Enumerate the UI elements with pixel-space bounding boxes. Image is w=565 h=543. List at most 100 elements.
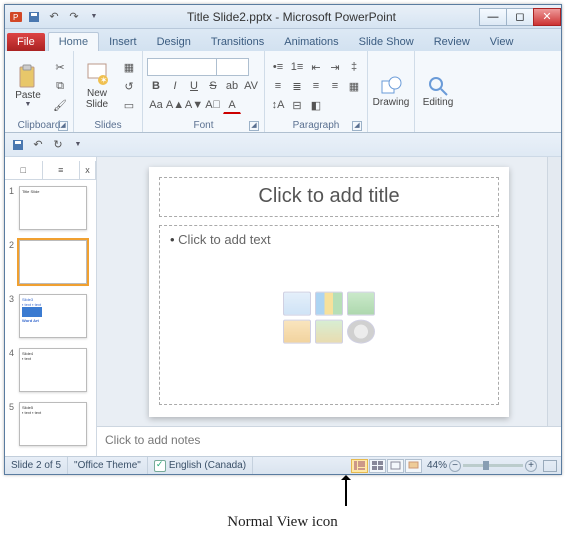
thumb-number: 2 — [9, 240, 17, 250]
drawing-button[interactable]: Drawing — [372, 62, 410, 122]
zoom-in-button[interactable]: + — [525, 460, 537, 472]
slides-tab[interactable]: □ — [5, 161, 43, 179]
callout-label: Normal View icon — [0, 514, 565, 531]
group-slides: ✶ New Slide ▦ ↺ ▭ Slides — [74, 51, 143, 132]
bullets-icon[interactable]: •≡ — [269, 58, 287, 76]
insert-chart-icon[interactable] — [315, 291, 343, 315]
shadow-button[interactable]: ab — [223, 77, 241, 95]
slide-sorter-view-button[interactable] — [369, 459, 386, 473]
decrease-indent-icon[interactable]: ⇤ — [307, 58, 325, 76]
slide-canvas[interactable]: Click to add title • Click to add text — [149, 167, 509, 417]
dialog-launcher-icon[interactable]: ◢ — [352, 121, 362, 131]
strikethrough-button[interactable]: S — [204, 77, 222, 95]
insert-picture-icon[interactable] — [283, 319, 311, 343]
align-text-icon[interactable]: ⊟ — [288, 96, 306, 114]
redo-icon[interactable]: ↻ — [49, 136, 67, 154]
reset-icon[interactable]: ↺ — [120, 77, 138, 95]
tab-insert[interactable]: Insert — [99, 33, 147, 51]
thumbnail-1[interactable]: 1 Title Slide — [5, 184, 96, 232]
zoom-level[interactable]: 44% — [427, 460, 447, 471]
theme-status[interactable]: "Office Theme" — [68, 457, 148, 474]
thumbnail-3[interactable]: 3 Slide3▪ text ▪ textWord Art — [5, 292, 96, 340]
redo-icon[interactable]: ↷ — [65, 8, 83, 26]
justify-icon[interactable]: ≡ — [326, 77, 344, 95]
layout-icon[interactable]: ▦ — [120, 58, 138, 76]
undo-icon[interactable]: ↶ — [45, 8, 63, 26]
undo-icon[interactable]: ↶ — [29, 136, 47, 154]
tab-animations[interactable]: Animations — [274, 33, 348, 51]
editing-button[interactable]: Editing — [419, 62, 457, 122]
section-icon[interactable]: ▭ — [120, 96, 138, 114]
qat-customize-icon[interactable]: ▼ — [69, 136, 87, 154]
vertical-scrollbar[interactable] — [547, 157, 561, 426]
font-size-select[interactable] — [217, 58, 249, 76]
tab-review[interactable]: Review — [424, 33, 480, 51]
line-spacing-icon[interactable]: ‡ — [345, 58, 363, 76]
dialog-launcher-icon[interactable]: ◢ — [58, 121, 68, 131]
tab-design[interactable]: Design — [147, 33, 201, 51]
cut-icon[interactable]: ✂ — [51, 58, 69, 76]
slide-position[interactable]: Slide 2 of 5 — [5, 457, 68, 474]
dialog-launcher-icon[interactable]: ◢ — [249, 121, 259, 131]
format-painter-icon[interactable]: 🖌 — [51, 96, 69, 114]
reading-view-button[interactable] — [387, 459, 404, 473]
tab-home[interactable]: Home — [48, 32, 99, 51]
close-button[interactable]: ✕ — [533, 8, 561, 26]
qat-customize-icon[interactable]: ▼ — [85, 8, 103, 26]
tab-file[interactable]: File — [7, 33, 45, 51]
thumbnail-2[interactable]: 2 — [5, 238, 96, 286]
close-panel-button[interactable]: x — [80, 161, 96, 179]
paste-button[interactable]: Paste ▼ — [9, 56, 47, 116]
clear-formatting-icon[interactable]: A⃠ — [204, 96, 222, 114]
shrink-font-icon[interactable]: A▼ — [185, 96, 203, 114]
underline-button[interactable]: U — [185, 77, 203, 95]
insert-smartart-icon[interactable] — [347, 291, 375, 315]
new-slide-button[interactable]: ✶ New Slide — [78, 56, 116, 116]
thumb-number: 5 — [9, 402, 17, 412]
secondary-qat: ↶ ↻ ▼ — [5, 133, 561, 157]
insert-table-icon[interactable] — [283, 291, 311, 315]
copy-icon[interactable]: ⧉ — [51, 77, 69, 95]
convert-smartart-icon[interactable]: ◧ — [307, 96, 325, 114]
title-placeholder[interactable]: Click to add title — [159, 177, 499, 217]
tab-view[interactable]: View — [480, 33, 524, 51]
save-icon[interactable] — [9, 136, 27, 154]
character-spacing-icon[interactable]: AV — [242, 77, 260, 95]
change-case-icon[interactable]: Aa — [147, 96, 165, 114]
text-direction-icon[interactable]: ↕A — [269, 96, 287, 114]
bold-button[interactable]: B — [147, 77, 165, 95]
tab-transitions[interactable]: Transitions — [201, 33, 274, 51]
zoom-out-button[interactable]: − — [449, 460, 461, 472]
minimize-button[interactable]: — — [479, 8, 507, 26]
tab-slideshow[interactable]: Slide Show — [349, 33, 424, 51]
window-controls: — ◻ ✕ — [480, 8, 561, 26]
insert-clipart-icon[interactable] — [315, 319, 343, 343]
numbering-icon[interactable]: 1≡ — [288, 58, 306, 76]
thumbnail-4[interactable]: 4 Slide4▪ text — [5, 346, 96, 394]
content-insert-icons — [283, 291, 375, 343]
italic-button[interactable]: I — [166, 77, 184, 95]
columns-icon[interactable]: ▦ — [345, 77, 363, 95]
zoom-slider[interactable] — [463, 464, 523, 467]
normal-view-button[interactable] — [351, 459, 368, 473]
align-center-icon[interactable]: ≣ — [288, 77, 306, 95]
font-color-icon[interactable]: A — [223, 96, 241, 114]
outline-tab[interactable]: ≡ — [43, 161, 81, 179]
svg-text:✶: ✶ — [100, 75, 108, 85]
language-status[interactable]: English (Canada) — [148, 457, 253, 474]
align-right-icon[interactable]: ≡ — [307, 77, 325, 95]
find-icon — [427, 75, 449, 97]
increase-indent-icon[interactable]: ⇥ — [326, 58, 344, 76]
insert-media-icon[interactable] — [347, 319, 375, 343]
notes-pane[interactable]: Click to add notes — [97, 426, 561, 456]
thumbnail-5[interactable]: 5 Slide5▪ text ▪ text — [5, 400, 96, 448]
slideshow-view-button[interactable] — [405, 459, 422, 473]
grow-font-icon[interactable]: A▲ — [166, 96, 184, 114]
group-font: B I U S ab AV Aa A▲ A▼ A⃠ A — [143, 51, 265, 132]
align-left-icon[interactable]: ≡ — [269, 77, 287, 95]
font-family-select[interactable] — [147, 58, 217, 76]
content-placeholder[interactable]: • Click to add text — [159, 225, 499, 405]
save-icon[interactable] — [25, 8, 43, 26]
fit-to-window-button[interactable] — [543, 460, 557, 472]
maximize-button[interactable]: ◻ — [506, 8, 534, 26]
